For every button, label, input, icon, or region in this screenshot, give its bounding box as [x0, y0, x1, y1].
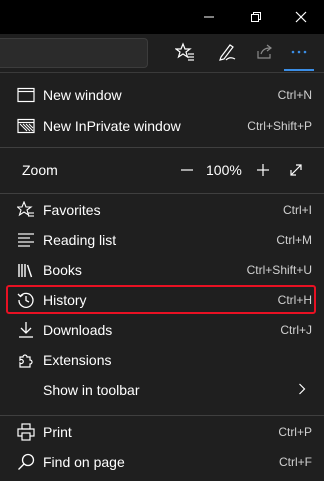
menu-item-extensions[interactable]: Extensions	[8, 345, 316, 375]
books-shortcut: Ctrl+Shift+U	[246, 263, 312, 277]
expand-icon	[290, 164, 302, 176]
search-icon	[16, 452, 36, 472]
new-window-label: New window	[43, 87, 122, 103]
menu-item-print[interactable]: Print Ctrl+P	[8, 417, 316, 447]
downloads-shortcut: Ctrl+J	[280, 323, 312, 337]
inprivate-icon	[16, 116, 36, 136]
download-icon	[16, 320, 36, 340]
restore-button[interactable]	[233, 0, 279, 34]
favorites-shortcut: Ctrl+I	[282, 203, 312, 217]
menu-item-books[interactable]: Books Ctrl+Shift+U	[8, 255, 316, 285]
print-shortcut: Ctrl+P	[278, 425, 312, 439]
close-icon	[295, 11, 307, 23]
new-inprivate-shortcut: Ctrl+Shift+P	[247, 119, 312, 133]
history-highlight-box	[6, 285, 316, 314]
more-icon	[291, 50, 307, 54]
favorites-label: Favorites	[43, 202, 101, 218]
reading-list-icon	[16, 230, 36, 250]
books-icon	[16, 260, 36, 280]
zoom-in-button[interactable]	[252, 159, 274, 181]
zoom-out-button[interactable]	[176, 159, 198, 181]
new-window-shortcut: Ctrl+N	[277, 88, 312, 102]
minimize-button[interactable]	[186, 0, 232, 34]
window-icon	[16, 85, 36, 105]
restore-icon	[251, 12, 261, 22]
reading-list-shortcut: Ctrl+M	[276, 233, 312, 247]
extensions-label: Extensions	[43, 352, 112, 368]
minus-icon	[181, 169, 193, 171]
menu-item-show-in-toolbar[interactable]: Show in toolbar	[8, 375, 316, 405]
share-icon	[257, 44, 272, 59]
menu-item-new-inprivate-window[interactable]: New InPrivate window Ctrl+Shift+P	[8, 111, 316, 141]
minimize-icon	[204, 16, 214, 18]
pen-icon	[219, 44, 236, 61]
find-on-page-shortcut: Ctrl+F	[279, 455, 312, 469]
favorites-icon	[16, 200, 36, 220]
plus-icon	[257, 164, 269, 176]
chevron-right-icon	[298, 383, 306, 398]
more-button[interactable]	[284, 37, 314, 67]
menu-item-downloads[interactable]: Downloads Ctrl+J	[8, 315, 316, 345]
favorites-bar-button[interactable]	[170, 37, 200, 67]
menu-divider	[0, 415, 324, 416]
share-button[interactable]	[250, 37, 280, 67]
zoom-label: Zoom	[22, 162, 58, 178]
pen-button[interactable]	[212, 37, 242, 67]
menu-divider	[0, 147, 324, 148]
menu-item-new-window[interactable]: New window Ctrl+N	[8, 80, 316, 110]
printer-icon	[16, 422, 36, 442]
menu-divider	[0, 193, 324, 194]
full-screen-button[interactable]	[285, 159, 307, 181]
find-on-page-label: Find on page	[43, 454, 125, 470]
zoom-row: Zoom 100%	[0, 155, 324, 185]
puzzle-icon	[16, 350, 36, 370]
menu-item-find-on-page[interactable]: Find on page Ctrl+F	[8, 447, 316, 477]
more-active-indicator	[284, 69, 314, 71]
books-label: Books	[43, 262, 82, 278]
new-inprivate-label: New InPrivate window	[43, 118, 181, 134]
menu-item-reading-list[interactable]: Reading list Ctrl+M	[8, 225, 316, 255]
address-bar[interactable]	[0, 38, 148, 68]
menu-item-favorites[interactable]: Favorites Ctrl+I	[8, 195, 316, 225]
reading-list-label: Reading list	[43, 232, 117, 248]
downloads-label: Downloads	[43, 322, 113, 338]
close-button[interactable]	[278, 0, 324, 34]
zoom-value: 100%	[206, 162, 242, 178]
show-in-toolbar-label: Show in toolbar	[43, 382, 140, 398]
print-label: Print	[43, 424, 72, 440]
favorites-star-icon	[175, 42, 194, 61]
settings-and-more-menu: New window Ctrl+N New InPrivate window C…	[0, 72, 324, 481]
title-bar	[0, 0, 324, 34]
browser-toolbar	[0, 34, 324, 72]
